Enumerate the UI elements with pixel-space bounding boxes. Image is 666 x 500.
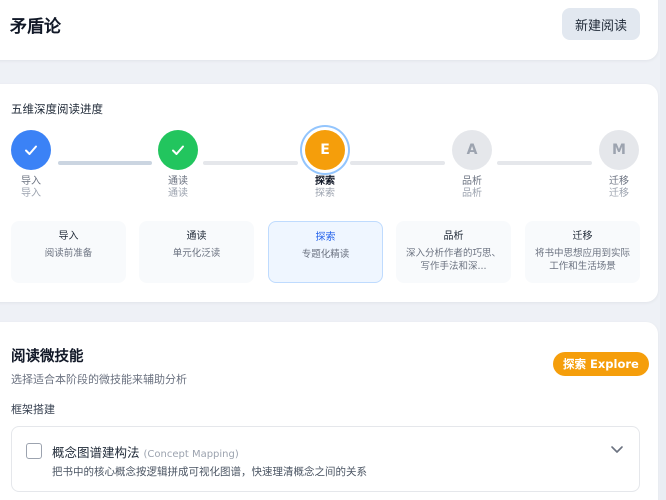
stage-name: 迁移 [572, 231, 593, 242]
skills-card: 阅读微技能 选择适合本阶段的微技能来辅助分析 探索 Explore 框架搭建 概… [0, 322, 658, 500]
header-card: 矛盾论 新建阅读 [0, 0, 658, 60]
section-subtitle: 选择适合本阶段的微技能来辅助分析 [11, 373, 187, 386]
progress-title: 五维深度阅读进度 [11, 102, 103, 116]
step-label-explore: 探索 探索 [315, 176, 335, 199]
new-reading-button[interactable]: 新建阅读 [562, 8, 640, 40]
skill-group-label: 框架搭建 [11, 403, 55, 416]
stage-card-transfer[interactable]: 迁移 将书中思想应用到实际工作和生活场景 [525, 221, 640, 283]
stage-desc: 深入分析作者的巧思、写作手法和深... [405, 248, 501, 272]
stage-card-skim[interactable]: 通读 单元化泛读 [139, 221, 254, 283]
progress-connector [350, 161, 445, 165]
skill-item-concept-mapping[interactable]: 概念图谱建构法 (Concept Mapping) 把书中的核心概念按逻辑拼成可视… [11, 426, 640, 492]
check-icon [25, 145, 37, 155]
step-circle-import[interactable] [11, 130, 51, 170]
skill-checkbox[interactable] [26, 443, 42, 459]
section-title: 阅读微技能 [11, 349, 84, 365]
step-circle-transfer[interactable]: M [599, 130, 639, 170]
page-title: 矛盾论 [10, 17, 61, 37]
step-label-analyze: 品析 品析 [462, 176, 482, 199]
skill-name-en: (Concept Mapping) [143, 449, 239, 460]
scrollbar[interactable] [660, 0, 666, 500]
stage-desc: 阅读前准备 [44, 248, 93, 259]
step-circle-analyze[interactable]: A [452, 130, 492, 170]
stage-name: 通读 [186, 231, 207, 242]
stage-name: 导入 [58, 231, 79, 242]
stage-name: 品析 [443, 231, 464, 242]
step-circle-skim[interactable] [158, 130, 198, 170]
progress-connector [497, 161, 592, 165]
step-symbol: M [612, 142, 626, 158]
stage-card-import[interactable]: 导入 阅读前准备 [11, 221, 126, 283]
stage-card-explore[interactable]: 探索 专题化精读 [268, 221, 383, 283]
step-symbol: E [320, 142, 330, 158]
skill-name: 概念图谱建构法 (Concept Mapping) [52, 445, 239, 460]
stage-badge: 探索 Explore [553, 352, 649, 376]
step-label-skim: 通读 通读 [168, 176, 188, 199]
chevron-down-icon[interactable] [609, 441, 625, 457]
stage-desc: 将书中思想应用到实际工作和生活场景 [534, 248, 630, 272]
step-label-import: 导入 导入 [21, 176, 41, 199]
progress-card: 五维深度阅读进度 E A M 导入 导入 通读 通读 探索 探索 品析 品析 迁移 迁移 … [0, 84, 658, 302]
step-circle-explore[interactable]: E [305, 130, 345, 170]
stage-desc: 单元化泛读 [172, 248, 221, 259]
skill-desc: 把书中的核心概念按逻辑拼成可视化图谱，快速理清概念之间的关系 [52, 466, 367, 478]
stage-desc: 专题化精读 [301, 249, 350, 260]
stage-card-analyze[interactable]: 品析 深入分析作者的巧思、写作手法和深... [396, 221, 511, 283]
progress-connector [203, 161, 298, 165]
check-icon [172, 145, 184, 155]
progress-connector [58, 161, 152, 165]
stage-name: 探索 [315, 232, 336, 243]
step-symbol: A [466, 142, 478, 158]
step-label-transfer: 迁移 迁移 [609, 176, 629, 199]
